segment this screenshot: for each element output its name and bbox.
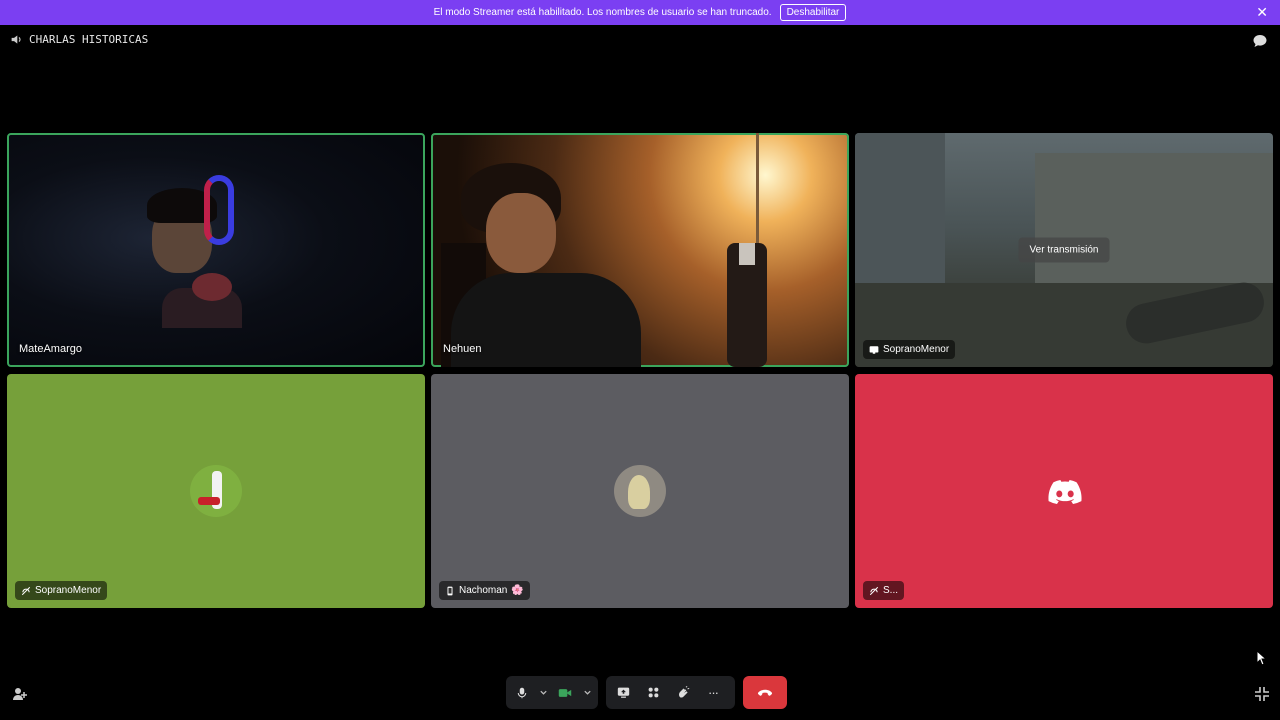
activity-controls: ··· [606, 676, 735, 709]
participant-name: Nachoman [459, 585, 508, 596]
activities-button[interactable] [638, 676, 668, 709]
speaker-icon [11, 35, 21, 44]
activities-icon [648, 687, 658, 698]
participant-tile-mateamargo[interactable]: MateAmargo [7, 133, 425, 367]
participant-tile-s[interactable]: S... [855, 374, 1273, 608]
soundboard-button[interactable] [668, 676, 698, 709]
streamer-mode-banner: El modo Streamer está habilitado. Los no… [0, 0, 1280, 25]
participant-name-pill: SopranoMenor [15, 581, 108, 600]
participant-tile-nachoman[interactable]: Nachoman 🌸 [431, 374, 849, 608]
camera-icon [558, 688, 572, 697]
screen-share-icon [869, 345, 879, 354]
avatar [190, 465, 242, 517]
participant-tile-stream[interactable]: Ver transmisión SopranoMenor [855, 133, 1273, 367]
participant-name: SopranoMenor [883, 344, 950, 355]
avatar [614, 465, 666, 517]
audio-options-button[interactable] [534, 676, 552, 709]
hangup-icon [757, 689, 773, 696]
deafened-icon [21, 586, 31, 595]
camera-button[interactable] [552, 676, 578, 709]
screen-share-icon [617, 687, 629, 698]
participant-name: Nehuen [443, 343, 482, 355]
participant-name: SopranoMenor [35, 585, 102, 596]
mouse-cursor-icon [1256, 650, 1267, 666]
discord-logo-icon [1048, 480, 1082, 504]
deafened-icon [869, 586, 879, 595]
chevron-down-icon [583, 690, 591, 695]
banner-message: El modo Streamer está habilitado. Los no… [433, 7, 772, 18]
close-icon[interactable]: ✕ [1256, 4, 1268, 21]
video-feed [132, 173, 242, 328]
video-options-button[interactable] [578, 676, 596, 709]
participant-tile-sopranomenor[interactable]: SopranoMenor [7, 374, 425, 608]
participant-tile-nehuen[interactable]: Nehuen [431, 133, 849, 367]
participant-name-pill: Nachoman 🌸 [439, 581, 530, 600]
participant-name-pill: SopranoMenor [863, 340, 956, 359]
video-feed [431, 133, 849, 367]
invite-people-icon[interactable] [12, 686, 28, 702]
more-options-button[interactable]: ··· [698, 676, 728, 709]
soundboard-icon [678, 686, 689, 698]
voice-controls [506, 676, 598, 709]
mobile-icon [447, 586, 453, 595]
disconnect-button[interactable] [743, 676, 787, 709]
chevron-down-icon [539, 690, 547, 695]
channel-header: CHARLAS HISTORICAS [10, 33, 148, 46]
more-icon: ··· [708, 685, 719, 700]
watch-stream-button[interactable]: Ver transmisión [1018, 237, 1110, 263]
participant-name: S... [883, 585, 899, 596]
participant-name: MateAmargo [19, 343, 82, 355]
participant-name-pill: S... [863, 581, 905, 600]
exit-fullscreen-icon[interactable] [1254, 686, 1270, 702]
chat-icon[interactable] [1252, 33, 1268, 49]
mute-button[interactable] [510, 676, 534, 709]
channel-name: CHARLAS HISTORICAS [29, 33, 149, 46]
disable-streamer-mode-button[interactable]: Deshabilitar [779, 4, 847, 21]
microphone-icon [517, 687, 527, 698]
share-screen-button[interactable] [608, 676, 638, 709]
profile-badge: 🌸 [511, 585, 524, 596]
